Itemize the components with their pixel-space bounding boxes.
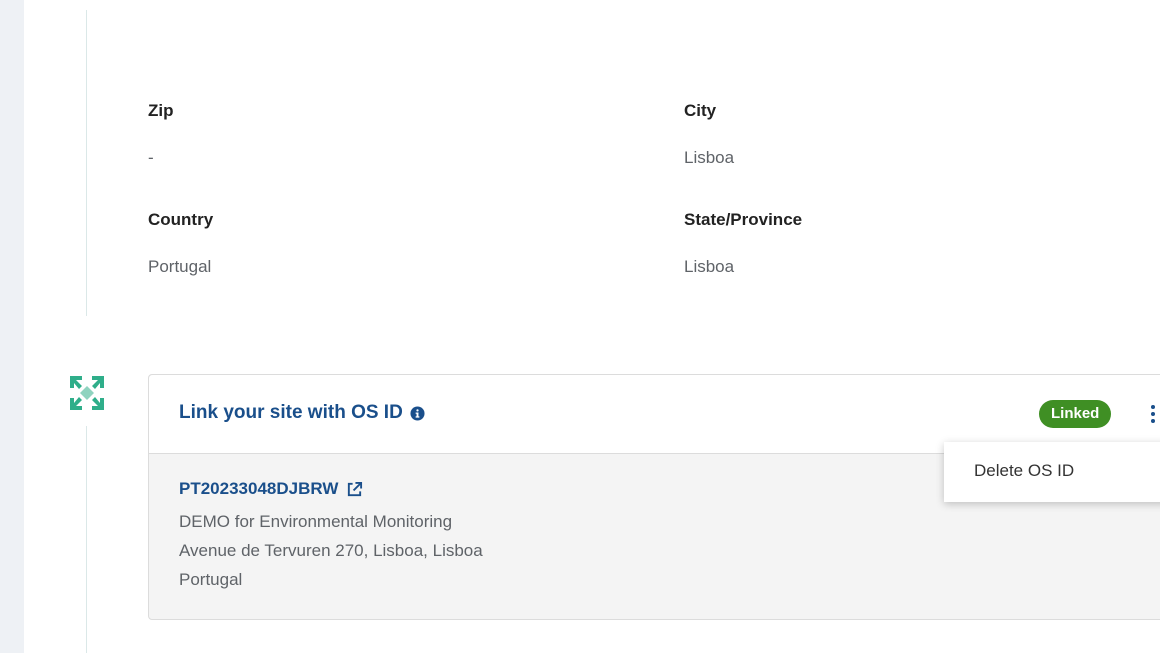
linked-status-badge: Linked [1039, 400, 1112, 428]
zip-value: - [148, 148, 154, 167]
facility-country: Portugal [179, 570, 243, 589]
os-id-text: PT20233048DJBRW [179, 479, 339, 498]
os-id-actions-menu: Delete OS ID [944, 442, 1160, 502]
kebab-menu-icon[interactable] [1145, 402, 1160, 426]
city-label: City [684, 101, 717, 120]
card-title-text: Link your site with OS ID [179, 402, 403, 423]
timeline-line [86, 10, 87, 316]
card-title: Link your site with OS ID [179, 402, 425, 424]
city-value: Lisboa [684, 148, 735, 167]
left-rail [0, 0, 24, 653]
os-hub-icon [70, 376, 104, 410]
facility-name: DEMO for Environmental Monitoring [179, 512, 453, 531]
delete-os-id-menu-item[interactable]: Delete OS ID [974, 461, 1074, 481]
info-circle-icon[interactable] [410, 405, 425, 421]
country-value: Portugal [148, 257, 212, 276]
timeline-line [86, 426, 87, 653]
external-link-icon [348, 481, 363, 496]
state-label: State/Province [684, 210, 803, 229]
os-id-link[interactable]: PT20233048DJBRW [179, 479, 363, 499]
state-value: Lisboa [684, 257, 735, 276]
country-label: Country [148, 210, 214, 229]
zip-label: Zip [148, 101, 174, 120]
facility-address: Avenue de Tervuren 270, Lisboa, Lisboa [179, 541, 483, 560]
